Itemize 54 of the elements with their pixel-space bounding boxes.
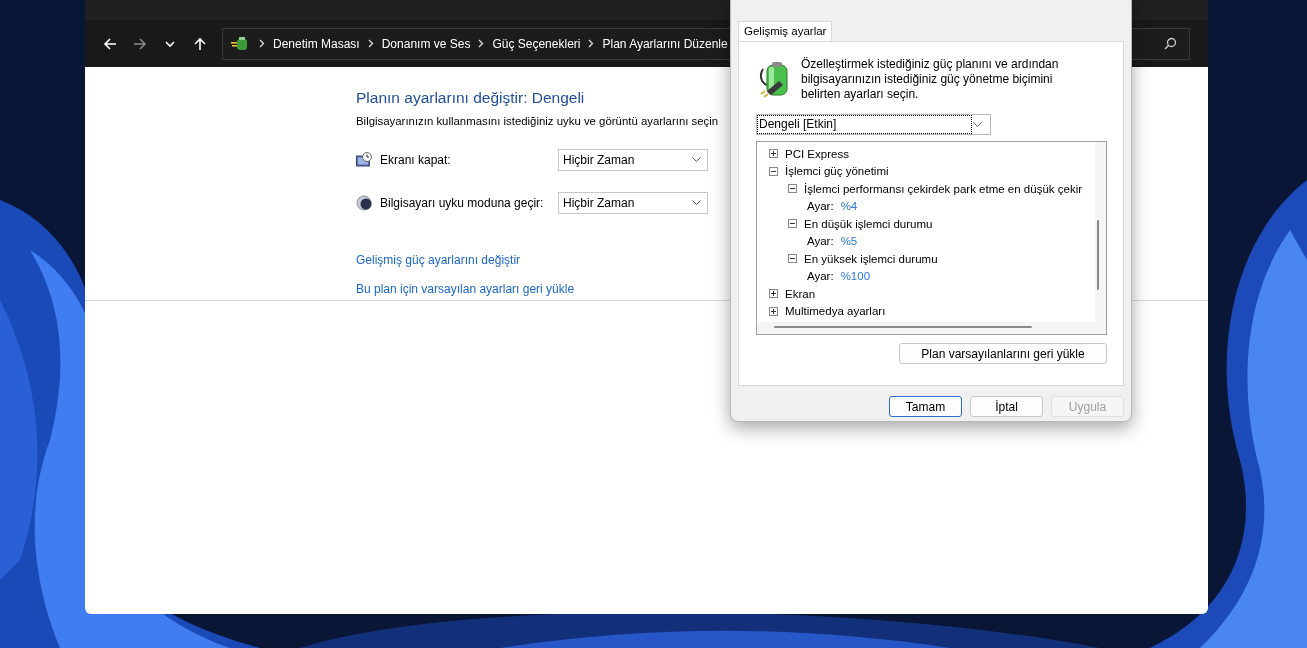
collapse-icon[interactable]	[769, 166, 778, 176]
expand-icon[interactable]	[769, 289, 778, 299]
setting-value[interactable]: %100	[840, 270, 871, 283]
expand-icon[interactable]	[769, 149, 778, 159]
search-icon[interactable]	[1164, 37, 1177, 50]
expand-icon[interactable]	[769, 306, 778, 316]
up-arrow-icon	[193, 36, 207, 51]
tree-item[interactable]: İşlemci performansı çekirdek park etme en düşük çekir	[804, 182, 1083, 195]
tree-item[interactable]: En yüksek işlemci durumu	[804, 252, 938, 265]
setting-label: Bilgisayarı uyku moduna geçir:	[380, 196, 545, 210]
horizontal-scrollbar[interactable]	[774, 326, 1032, 328]
chevron-down-icon	[692, 157, 701, 163]
monitor-clock-icon	[356, 152, 372, 168]
instruction-text: Özelleştirmek istediğiniz güç planını ve ardından bilgisayarınızın istediğiniz güç yönetme biçimini belirten ayarları seçin.	[801, 57, 1060, 102]
chevron-icon	[588, 39, 595, 48]
left-arrow-icon	[103, 36, 117, 51]
tree-item[interactable]: En düşük işlemci durumu	[804, 217, 933, 230]
chevron-icon	[478, 39, 485, 48]
ok-button[interactable]: Tamam	[889, 396, 962, 417]
time-dropdown[interactable]: Hiçbir Zaman	[558, 149, 708, 171]
tree-item[interactable]: Ekran	[785, 287, 816, 300]
setting-label: Ayar:	[807, 200, 834, 213]
dialog-button[interactable]: İptal	[970, 396, 1043, 417]
description-text: Bilgisayarınızın kullanmasını istediğiniz uyku ve görüntü ayarlarını seçin	[356, 115, 719, 127]
collapse-icon[interactable]	[788, 219, 797, 229]
breadcrumb-item[interactable]: Donanım ve Ses	[381, 36, 471, 51]
chevron-down-icon	[692, 200, 701, 206]
settings-tab[interactable]: Gelişmiş ayarlar	[738, 21, 833, 41]
right-arrow-icon	[133, 36, 147, 51]
vertical-scrollbar[interactable]	[1097, 220, 1099, 290]
tree-item[interactable]: İşlemci güç yönetimi	[785, 165, 889, 178]
setting-value[interactable]: %4	[840, 200, 858, 213]
page-heading: Planın ayarlarını değiştir: Dengeli	[356, 89, 585, 107]
settings-link[interactable]: Bu plan için varsayılan ayarları geri yükle	[356, 282, 575, 296]
plan-dropdown[interactable]: Dengeli [Etkin]	[756, 114, 991, 135]
setting-label: Ayar:	[807, 270, 834, 283]
breadcrumb-item[interactable]: Denetim Masası	[273, 36, 360, 51]
settings-link[interactable]: Gelişmiş güç ayarlarını değiştir	[356, 253, 521, 267]
setting-label: Ekranı kapat:	[380, 153, 452, 167]
control-panel-icon	[231, 35, 249, 52]
setting-value[interactable]: %5	[840, 235, 858, 248]
breadcrumb-item[interactable]: Plan Ayarlarını Düzenle	[602, 36, 728, 51]
collapse-icon[interactable]	[788, 254, 797, 264]
collapse-icon[interactable]	[788, 184, 797, 194]
chevron-icon	[367, 39, 374, 48]
chevron-icon	[259, 39, 265, 48]
moon-icon	[356, 195, 372, 211]
tree-item[interactable]: Multimedya ayarları	[785, 305, 886, 318]
tree-item[interactable]: PCI Express	[785, 147, 849, 160]
restore-defaults-button[interactable]: Plan varsayılanlarını geri yükle	[899, 343, 1107, 364]
breadcrumb-item[interactable]: Güç Seçenekleri	[492, 36, 581, 51]
chevron-down-icon	[973, 121, 982, 128]
setting-label: Ayar:	[807, 235, 834, 248]
time-dropdown[interactable]: Hiçbir Zaman	[558, 192, 708, 214]
